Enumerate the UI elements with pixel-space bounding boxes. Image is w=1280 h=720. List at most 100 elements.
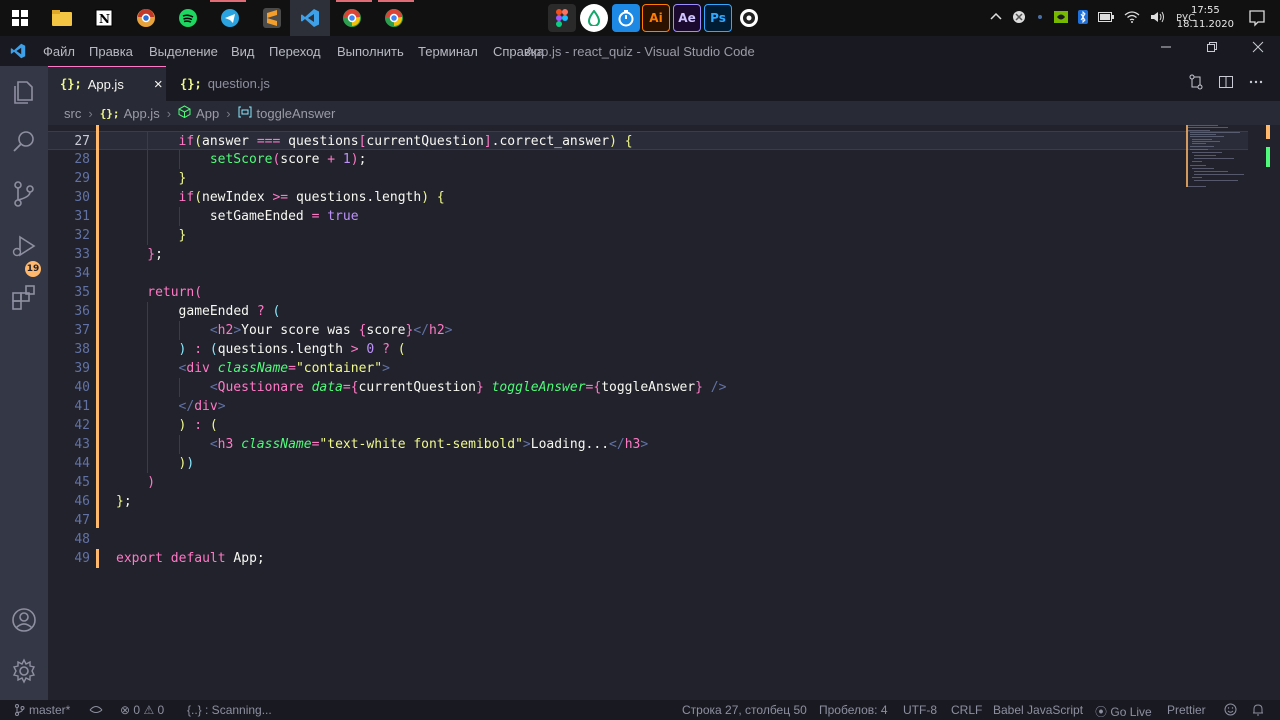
encoding[interactable]: UTF-8	[903, 703, 937, 717]
explorer-icon[interactable]	[10, 78, 38, 106]
tab-app-js[interactable]: {}; App.js ×	[48, 66, 166, 101]
code-line[interactable]: 35 return(	[48, 283, 1248, 302]
code-line[interactable]: 47	[48, 511, 1248, 530]
open-changes-icon[interactable]	[1188, 74, 1204, 94]
breadcrumb-component[interactable]: App	[196, 106, 219, 121]
code-line[interactable]: 30 if(newIndex >= questions.length) {	[48, 188, 1248, 207]
problems-indicator[interactable]: ⊗ 0 ⚠ 0	[120, 703, 164, 717]
code-line[interactable]: 34	[48, 264, 1248, 283]
clock[interactable]: 17:55 18.11.2020	[1177, 4, 1234, 32]
close-tab-icon[interactable]: ×	[154, 76, 163, 93]
code-line[interactable]: 40 <Questionare data={currentQuestion} to…	[48, 378, 1248, 397]
sync-icon[interactable]	[88, 703, 104, 718]
code-line[interactable]: 32}	[48, 226, 1248, 245]
search-icon[interactable]	[10, 128, 38, 156]
code-line[interactable]: 49 export default App;	[48, 549, 1248, 568]
breadcrumb-file[interactable]: App.js	[124, 106, 160, 121]
code-token: return	[147, 285, 195, 300]
nvidia-icon[interactable]	[1054, 10, 1068, 26]
account-icon[interactable]	[10, 606, 38, 634]
feedback-icon[interactable]	[1224, 703, 1237, 719]
code-line[interactable]: 31 setGameEnded = true	[48, 207, 1248, 226]
code-editor[interactable]: 27 if(answer === questions[currentQuestio…	[48, 125, 1280, 700]
minimap[interactable]	[1186, 125, 1266, 195]
menu-terminal[interactable]: Терминал	[418, 44, 478, 59]
notion-icon[interactable]: N	[90, 4, 118, 32]
illustrator-icon[interactable]: Ai	[642, 4, 670, 32]
chevron-up-icon[interactable]	[990, 12, 1002, 24]
code-line[interactable]: 48	[48, 530, 1248, 549]
bluetooth-icon[interactable]	[1078, 9, 1088, 27]
source-control-icon[interactable]	[10, 180, 38, 208]
more-actions-icon[interactable]	[1248, 74, 1264, 94]
menu-go[interactable]: Переход	[269, 44, 321, 59]
settings-gear-icon[interactable]	[10, 657, 38, 685]
cursor-position[interactable]: Строка 27, столбец 50	[682, 703, 807, 717]
chrome-profile-icon[interactable]	[380, 4, 408, 32]
code-line[interactable]: 45)	[48, 473, 1248, 492]
windows-start-icon[interactable]	[6, 4, 34, 32]
code-line[interactable]: 39 <div className="container">	[48, 359, 1248, 378]
minimize-button[interactable]	[1156, 41, 1176, 61]
tray-app-icon[interactable]	[1012, 10, 1026, 27]
notifications-icon[interactable]	[1248, 9, 1266, 31]
spotify-icon[interactable]	[174, 4, 202, 32]
code-line[interactable]: 29}	[48, 169, 1248, 188]
run-debug-icon[interactable]	[10, 232, 38, 260]
menu-view[interactable]: Вид	[231, 44, 255, 59]
go-live-button[interactable]: ⦿ Go Live	[1095, 703, 1152, 720]
code-token: +	[327, 152, 336, 167]
telegram-icon[interactable]	[216, 4, 244, 32]
file-explorer-icon[interactable]	[48, 4, 76, 32]
tray-dot-icon[interactable]	[1036, 13, 1044, 24]
breadcrumb-folder[interactable]: src	[64, 106, 81, 121]
vscode-icon[interactable]	[296, 4, 324, 32]
git-modified-marker[interactable]	[96, 549, 99, 568]
sublime-text-icon[interactable]	[258, 4, 286, 32]
code-line[interactable]: 37 <h2>Your score was {score}</h2>	[48, 321, 1248, 340]
timer-icon[interactable]	[612, 4, 640, 32]
git-modified-marker[interactable]	[96, 125, 99, 528]
scanning-status[interactable]: {..} : Scanning...	[187, 703, 272, 717]
code-line[interactable]: 46};	[48, 492, 1248, 511]
git-branch[interactable]: master*	[14, 703, 70, 717]
line-endings[interactable]: CRLF	[951, 703, 982, 717]
prettier-status[interactable]: Prettier	[1167, 703, 1206, 717]
code-line[interactable]: 36 gameEnded ? (	[48, 302, 1248, 321]
code-line[interactable]: 27 if(answer === questions[currentQuestio…	[48, 131, 1248, 151]
wifi-icon[interactable]	[1124, 10, 1140, 26]
restore-button[interactable]	[1202, 41, 1222, 61]
menu-file[interactable]: Файл	[43, 44, 75, 59]
menu-run[interactable]: Выполнить	[337, 44, 404, 59]
code-line[interactable]: 42) : (	[48, 416, 1248, 435]
code-line[interactable]: 28 setScore(score + 1);	[48, 150, 1248, 169]
green-app-icon[interactable]	[580, 4, 608, 32]
code-token: </	[413, 323, 429, 338]
after-effects-icon[interactable]: Ae	[673, 4, 701, 32]
code-line[interactable]: 41 </div>	[48, 397, 1248, 416]
scrollbar-markers[interactable]	[1266, 125, 1270, 185]
close-window-button[interactable]	[1248, 41, 1268, 61]
language-mode[interactable]: Babel JavaScript	[993, 703, 1083, 717]
code-line[interactable]: 43 <h3 className="text-white font-semibol…	[48, 435, 1248, 454]
extensions-icon[interactable]	[10, 284, 38, 312]
chrome-icon[interactable]	[338, 4, 366, 32]
code-line[interactable]: 33};	[48, 245, 1248, 264]
obs-icon[interactable]	[735, 4, 763, 32]
code-line[interactable]: 44))	[48, 454, 1248, 473]
figma-icon[interactable]	[548, 4, 576, 32]
menu-selection[interactable]: Выделение	[149, 44, 218, 59]
split-editor-icon[interactable]	[1218, 74, 1234, 94]
code-line[interactable]: 38) : (questions.length > 0 ? (	[48, 340, 1248, 359]
breadcrumb-symbol[interactable]: toggleAnswer	[257, 106, 336, 121]
line-number: 30	[74, 190, 90, 205]
indentation[interactable]: Пробелов: 4	[819, 703, 888, 717]
bell-icon[interactable]	[1252, 703, 1264, 719]
menu-help[interactable]: Справка	[493, 44, 544, 59]
menu-edit[interactable]: Правка	[89, 44, 133, 59]
code-token: gameEnded	[178, 304, 257, 319]
tab-question-js[interactable]: {}; question.js	[166, 66, 286, 101]
volume-icon[interactable]	[1150, 11, 1166, 26]
chrome-canary-icon[interactable]	[132, 4, 160, 32]
photoshop-icon[interactable]: Ps	[704, 4, 732, 32]
